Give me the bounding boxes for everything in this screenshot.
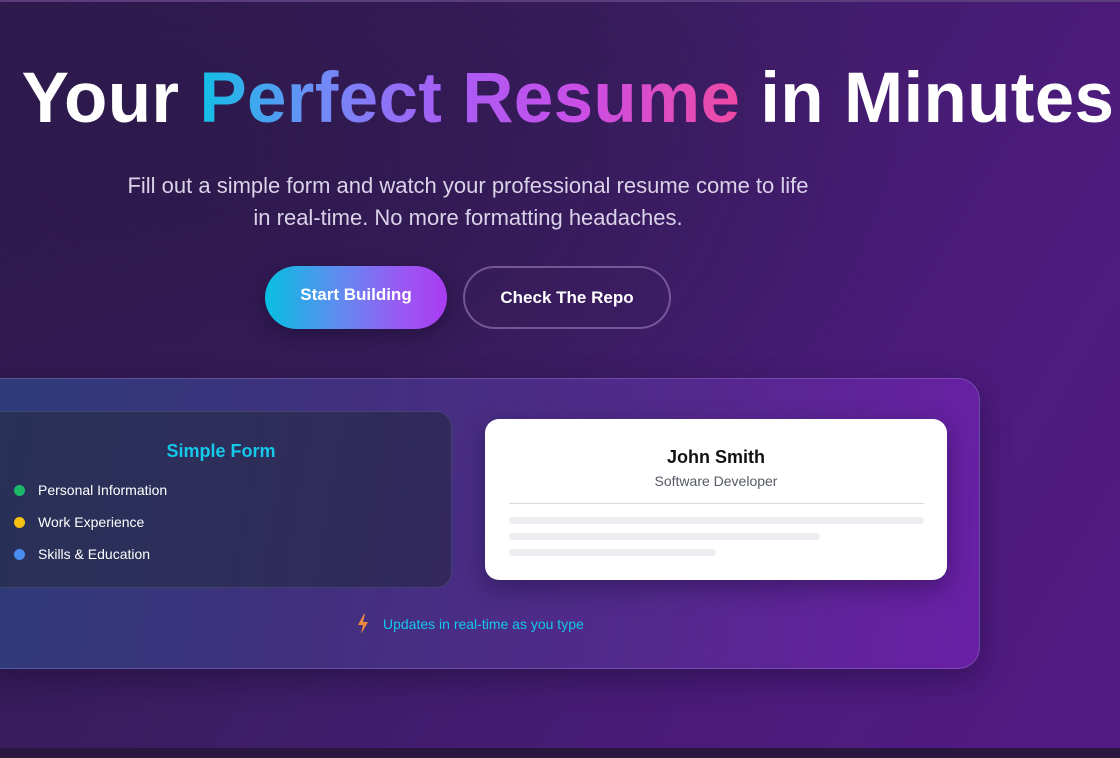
realtime-update-note: Updates in real-time as you type (356, 613, 584, 635)
lightning-icon (358, 614, 368, 634)
skeleton-line (509, 517, 924, 524)
resume-role: Software Developer (654, 473, 778, 489)
form-item-personal-information: Personal Information (14, 480, 167, 500)
title-highlight: Perfect Resume (199, 59, 741, 138)
form-card-title: Simple Form (166, 441, 276, 461)
skeleton-line (509, 549, 716, 556)
hero-subtitle: Fill out a simple form and watch your pr… (88, 170, 848, 234)
top-border (0, 0, 1120, 2)
resume-name: John Smith (667, 447, 765, 467)
form-item-skills-education: Skills & Education (14, 544, 150, 564)
form-item-label: Work Experience (38, 514, 145, 530)
title-part-2: in Minutes (740, 59, 1115, 138)
form-item-work-experience: Work Experience (14, 512, 144, 532)
check-repo-button[interactable]: Check The Repo (463, 266, 671, 329)
start-building-button[interactable]: Start Building (265, 266, 447, 329)
blue-dot-icon (14, 548, 25, 560)
form-item-label: Skills & Education (38, 546, 151, 562)
yellow-dot-icon (14, 516, 25, 528)
hero-title: Your Perfect Resume in Minutes (0, 58, 1120, 139)
bottom-edge (0, 748, 1120, 758)
form-item-label: Personal Information (38, 482, 168, 498)
subtitle-line-2: in real-time. No more formatting headach… (253, 205, 683, 230)
title-part-1: Your (21, 59, 200, 138)
green-dot-icon (14, 484, 25, 496)
update-text: Updates in real-time as you type (383, 616, 584, 632)
resume-divider (509, 503, 924, 504)
subtitle-line-1: Fill out a simple form and watch your pr… (127, 173, 809, 198)
skeleton-line (509, 533, 820, 540)
resume-preview-card: John Smith Software Developer (485, 419, 947, 580)
simple-form-card: Simple Form Personal Information Work Ex… (0, 411, 452, 588)
